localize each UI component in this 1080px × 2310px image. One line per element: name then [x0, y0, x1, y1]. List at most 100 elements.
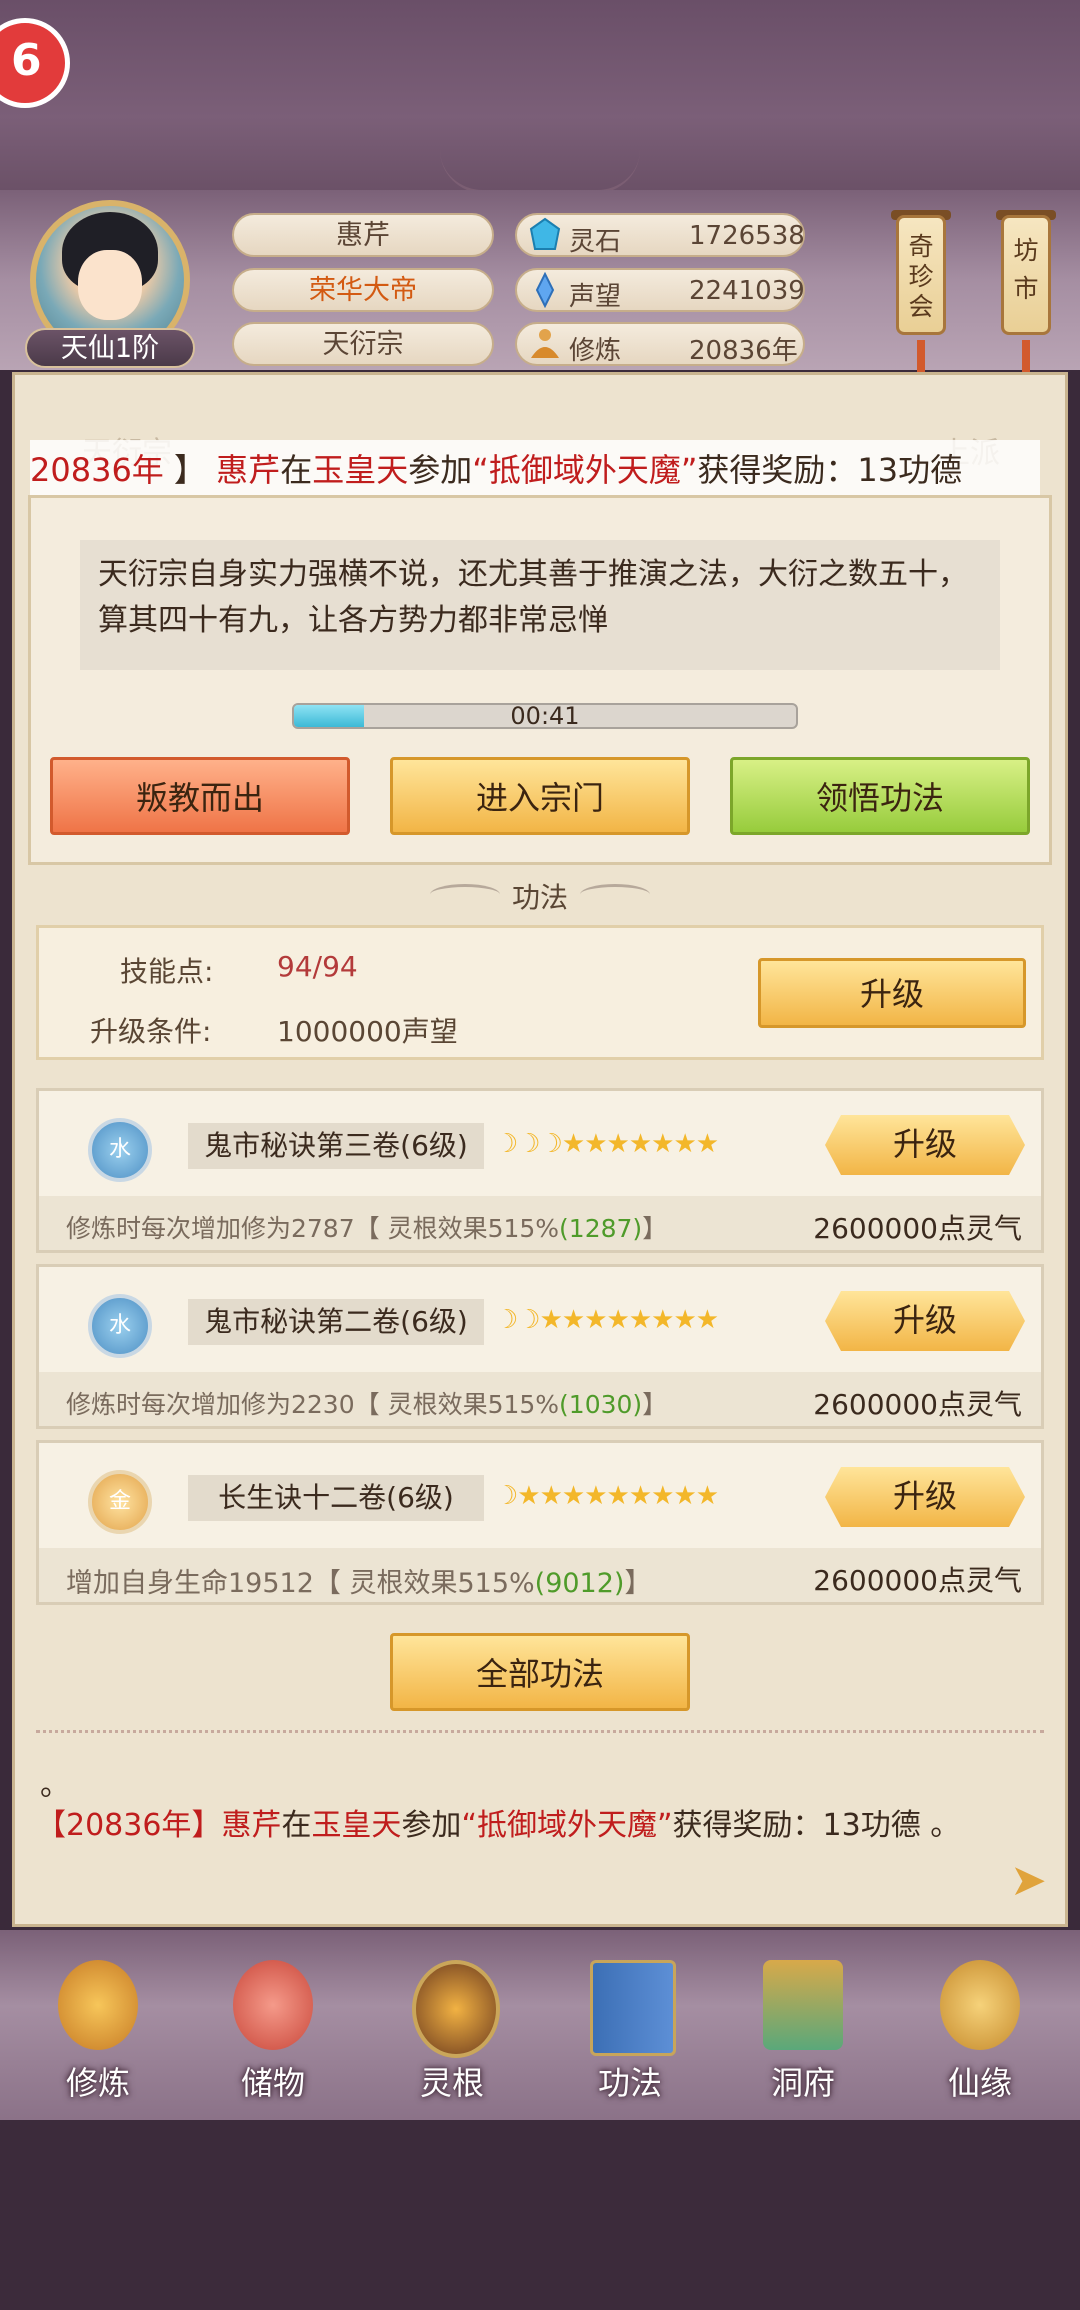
stat-label: 声望: [569, 282, 622, 312]
treasure-pavilion-label: 奇珍会: [908, 232, 934, 321]
prestige-icon: [535, 272, 555, 308]
bottom-area: [0, 2120, 1080, 2310]
technique-desc-text: 修炼时每次增加修为2787【 灵根效果515%: [66, 1214, 560, 1243]
water-element-icon: 水: [88, 1294, 152, 1358]
log-dot: 。: [40, 1768, 70, 1803]
cultivate-icon: [58, 1960, 138, 2050]
technique-name: 鬼市秘诀第二卷(6级): [188, 1299, 484, 1345]
stat-value: 1726538: [689, 221, 805, 251]
upgrade-condition-value: 1000000声望: [277, 1015, 458, 1048]
market-label: 坊市: [1013, 236, 1039, 303]
gold-element-icon: 金: [88, 1470, 152, 1534]
leave-sect-button[interactable]: 叛教而出: [50, 757, 350, 835]
nav-storage[interactable]: 储物: [203, 1940, 343, 2120]
ticker-year: 20836年: [30, 451, 164, 489]
ticker-reward: 获得奖励：13功德: [697, 451, 963, 489]
technique-desc-bonus: (1287): [559, 1214, 643, 1243]
log-name: 惠芹: [221, 1808, 282, 1843]
stat-prestige: 声望 2241039: [515, 268, 805, 312]
technique-desc-end: 】: [624, 1568, 652, 1599]
ticker-event: “抵御域外天魔”: [472, 451, 698, 489]
expand-arrow-icon[interactable]: ➤: [1010, 1855, 1056, 1906]
ticker-name: 惠芹: [216, 451, 281, 489]
log-close: 】: [191, 1808, 222, 1843]
technique-cost: 2600000点灵气: [813, 1564, 1022, 1597]
ticker-join: 参加: [408, 451, 473, 489]
treasure-pavilion-button[interactable]: 奇珍会: [896, 215, 946, 335]
player-sect: 天衍宗: [232, 322, 494, 366]
nav-label: 储物: [240, 2064, 305, 2102]
nav-label: 洞府: [770, 2064, 835, 2102]
log-at: 在: [281, 1808, 312, 1843]
nav-cultivate[interactable]: 修炼: [28, 1940, 168, 2120]
storage-bag-icon: [233, 1960, 313, 2050]
timer-text: 00:41: [510, 702, 580, 730]
spirit-stone-icon: [529, 217, 561, 250]
ticker-place: 玉皇天: [312, 451, 409, 489]
stat-label: 修炼: [569, 336, 622, 366]
ticker-bracket: 】: [173, 451, 206, 489]
nav-cave[interactable]: 洞府: [733, 1940, 873, 2120]
upgrade-condition-label: 升级条件:: [90, 1015, 212, 1048]
nav-label: 功法: [597, 2064, 662, 2102]
technique-upgrade-button[interactable]: 升级: [825, 1291, 1025, 1351]
ticker-at: 在: [280, 451, 313, 489]
nav-techniques[interactable]: 功法: [560, 1940, 700, 2120]
technique-cost: 2600000点灵气: [813, 1212, 1022, 1245]
comprehend-technique-button[interactable]: 领悟功法: [730, 757, 1030, 835]
avatar-face: [78, 250, 142, 320]
all-techniques-button[interactable]: 全部功法: [390, 1633, 690, 1711]
stat-value: 2241039: [689, 276, 805, 306]
skill-points-upgrade-button[interactable]: 升级: [758, 958, 1026, 1028]
nav-label: 修炼: [65, 2064, 130, 2102]
divider: [36, 1730, 1044, 1737]
event-log: 【20836年】惠芹在玉皇天参加“抵御域外天魔”获得奖励：13功德 。: [36, 1800, 960, 1844]
technique-name: 鬼市秘诀第三卷(6级): [188, 1123, 484, 1169]
log-reward: 获得奖励：13功德 。: [672, 1808, 961, 1843]
log-join: 参加: [401, 1808, 462, 1843]
technique-desc: 增加自身生命19512【 灵根效果515%(9012)】: [66, 1561, 651, 1600]
technique-desc: 修炼时每次增加修为2787【 灵根效果515%(1287)】: [66, 1209, 667, 1245]
log-place: 玉皇天: [311, 1808, 402, 1843]
destiny-gourd-icon: [940, 1960, 1020, 2050]
technique-desc-text: 修炼时每次增加修为2230【 灵根效果515%: [66, 1390, 560, 1419]
technique-desc: 修炼时每次增加修为2230【 灵根效果515%(1030)】: [66, 1385, 667, 1421]
cultivation-icon: [531, 329, 559, 358]
market-button[interactable]: 坊市: [1001, 215, 1051, 335]
log-event: “抵御域外天魔”: [461, 1808, 673, 1843]
rank-badge: 天仙1阶: [25, 328, 195, 368]
skill-points-value: 94/94: [277, 950, 358, 983]
technique-desc-end: 】: [642, 1214, 668, 1243]
water-element-icon: 水: [88, 1118, 152, 1182]
stat-spirit-stone: 灵石 1726538: [515, 213, 805, 257]
technique-name: 长生诀十二卷(6级): [188, 1475, 484, 1521]
nav-destiny[interactable]: 仙缘: [910, 1940, 1050, 2120]
spirit-root-icon: [412, 1960, 500, 2058]
top-ornament: [440, 150, 640, 193]
technique-upgrade-button[interactable]: 升级: [825, 1115, 1025, 1175]
skill-points-label: 技能点:: [120, 955, 214, 988]
technique-desc-bonus: (1030): [559, 1390, 643, 1419]
log-year: 20836年: [66, 1808, 192, 1843]
log-open: 【: [36, 1808, 66, 1843]
technique-desc-end: 】: [642, 1390, 668, 1419]
player-name: 惠芹: [232, 213, 494, 257]
technique-stars: ☽★★★★★★★★★: [495, 1481, 719, 1511]
stat-cultivation: 修炼 20836年: [515, 322, 805, 366]
ornament-right: [580, 884, 650, 905]
player-title: 荣华大帝: [232, 268, 494, 312]
technique-desc-text: 增加自身生命19512【 灵根效果515%: [66, 1568, 535, 1599]
announcement-ticker: 20836年 】 惠芹在玉皇天参加“抵御域外天魔”获得奖励：13功德: [30, 440, 1040, 500]
technique-stars: ☽☽☽★★★★★★★: [495, 1129, 719, 1159]
enter-sect-button[interactable]: 进入宗门: [390, 757, 690, 835]
nav-spirit-root[interactable]: 灵根: [382, 1940, 522, 2120]
cave-dwelling-icon: [763, 1960, 843, 2050]
technique-book-icon: [590, 1960, 676, 2056]
stat-label: 灵石: [569, 227, 622, 257]
nav-label: 灵根: [419, 2064, 484, 2102]
technique-desc-bonus: (9012): [534, 1568, 625, 1599]
stat-value: 20836年: [689, 336, 798, 366]
technique-stars: ☽☽★★★★★★★★: [495, 1305, 719, 1335]
technique-upgrade-button[interactable]: 升级: [825, 1467, 1025, 1527]
nav-label: 仙缘: [947, 2064, 1012, 2102]
